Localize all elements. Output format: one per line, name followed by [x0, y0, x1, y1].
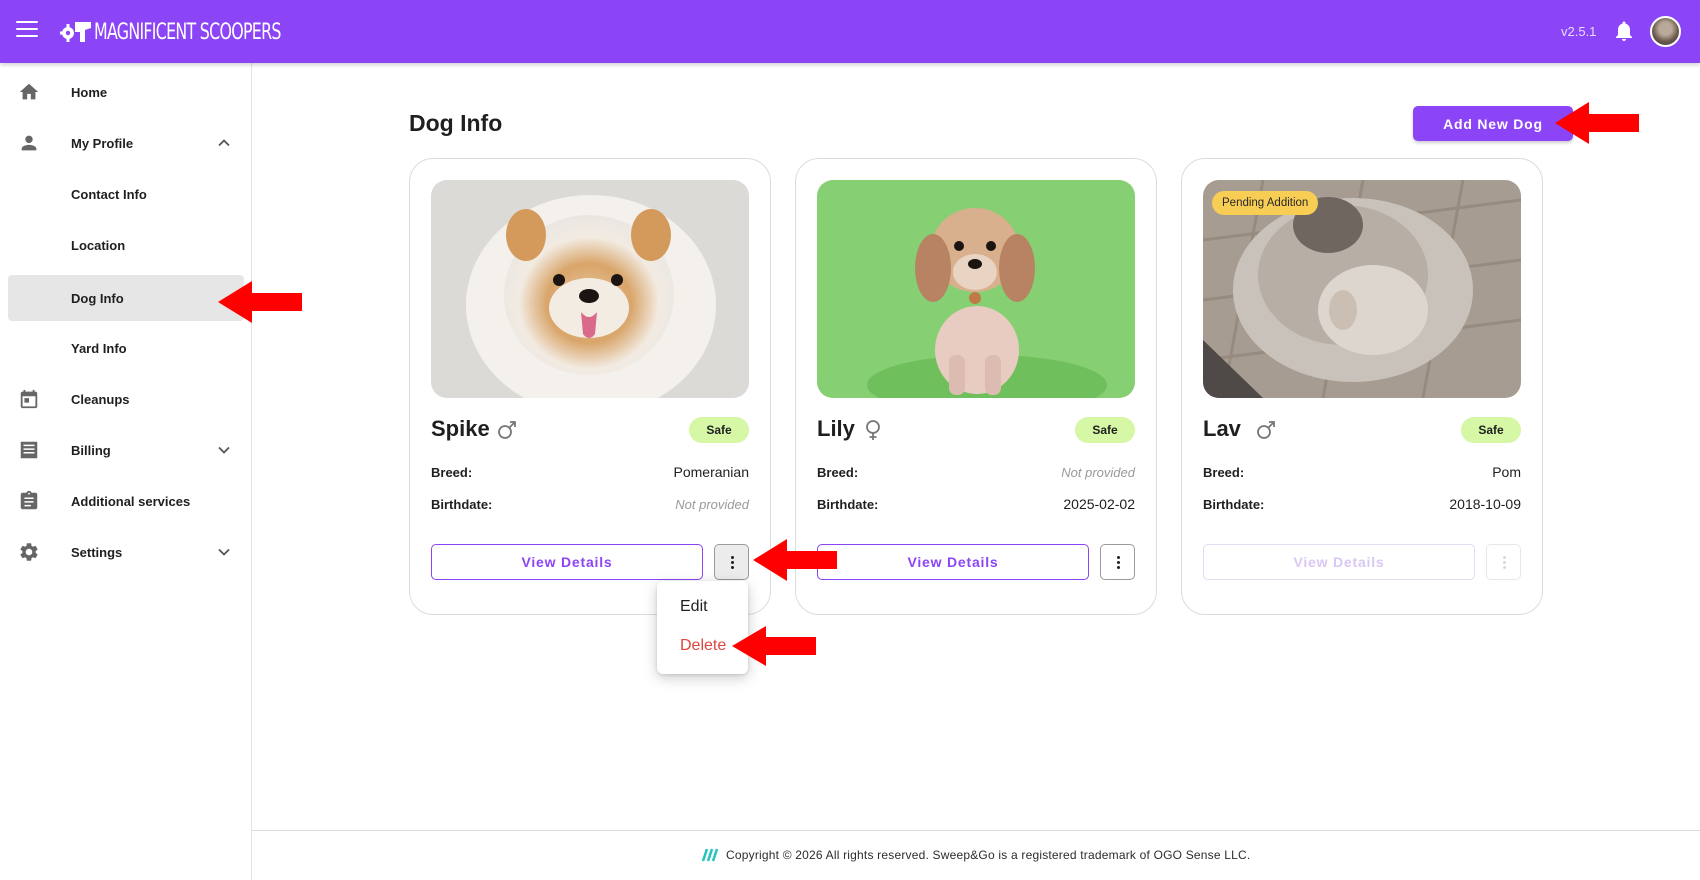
sidebar-item-label: Settings: [71, 544, 123, 560]
kebab-dot: [1503, 556, 1506, 559]
sidebar-item-label: My Profile: [71, 135, 134, 151]
sidebar-item-cleanups[interactable]: Cleanups: [8, 376, 244, 422]
sidebar-item-label: Additional services: [71, 493, 191, 509]
more-options-button-disabled: [1486, 544, 1521, 580]
sidebar-item-label: Contact Info: [71, 186, 147, 202]
copyright-text: Copyright © 2026 All rights reserved. Sw…: [726, 848, 1251, 862]
male-symbol-icon: [1257, 421, 1275, 439]
calendar-icon: [20, 389, 38, 409]
brand-logo[interactable]: MAGNIFICENT SCOOPERS: [60, 17, 353, 47]
view-details-button[interactable]: View Details: [431, 544, 703, 580]
sidebar-item-additional-services[interactable]: Additional services: [8, 478, 244, 524]
receipt-icon: [20, 441, 38, 459]
gear-icon: [20, 543, 38, 561]
birthdate-value: 2025-02-02: [1063, 496, 1135, 512]
annotation-arrow-left-icon: [732, 626, 816, 666]
birthdate-label: Birthdate:: [431, 497, 493, 512]
chevron-up-icon: [218, 139, 230, 147]
view-details-button-disabled: View Details: [1203, 544, 1475, 580]
sidebar-item-contact-info[interactable]: Contact Info: [8, 171, 244, 217]
scooper-logo-icon: [60, 22, 91, 42]
dog-name: Spike: [431, 416, 490, 441]
breed-value: Pomeranian: [673, 464, 750, 480]
menu-item-edit[interactable]: Edit: [680, 598, 708, 616]
dog-name: Lav: [1203, 416, 1241, 441]
breed-label: Breed:: [431, 465, 473, 480]
more-options-button[interactable]: [714, 544, 749, 580]
sidebar-item-label: Dog Info: [71, 290, 124, 306]
status-badge: Safe: [689, 417, 749, 443]
birthdate-value: Not provided: [675, 497, 749, 512]
dog-name: Lily: [817, 416, 855, 441]
breed-value: Not provided: [1061, 465, 1135, 480]
kebab-dot: [731, 561, 734, 564]
menu-item-delete[interactable]: Delete: [680, 637, 726, 655]
dog-photo: [431, 180, 749, 398]
clipboard-icon: [20, 490, 38, 510]
breed-value: Pom: [1492, 464, 1521, 480]
sidebar-item-label: Location: [71, 237, 126, 253]
sidebar-item-yard-info[interactable]: Yard Info: [8, 325, 244, 371]
kebab-dot: [1117, 561, 1120, 564]
kebab-dot: [1117, 556, 1120, 559]
sidebar-item-home[interactable]: Home: [8, 69, 244, 115]
status-badge: Safe: [1461, 417, 1521, 443]
home-icon: [19, 83, 39, 100]
male-symbol-icon: [498, 421, 516, 439]
female-symbol-icon: [866, 420, 880, 440]
app-version: v2.5.1: [1561, 24, 1597, 39]
sidebar-item-label: Billing: [71, 442, 111, 458]
notification-bell-icon[interactable]: [1612, 19, 1636, 43]
kebab-dot: [1503, 561, 1506, 564]
dog-card-lily: Lily Safe Breed: Not provided Birthdate:…: [795, 158, 1157, 615]
status-badge: Safe: [1075, 417, 1135, 443]
dog-card-lav: Pending Addition Lav Safe Breed: Pom Bir…: [1181, 158, 1543, 615]
pending-addition-badge: Pending Addition: [1212, 191, 1319, 215]
sidebar-item-label: Home: [71, 84, 108, 100]
birthdate-value: 2018-10-09: [1449, 496, 1521, 512]
dog-card-spike: Spike Safe Breed: Pomeranian Birthdate: …: [409, 158, 771, 615]
person-icon: [21, 135, 37, 151]
sidebar-item-my-profile[interactable]: My Profile: [8, 120, 244, 166]
sidebar-item-dog-info[interactable]: Dog Info: [8, 275, 244, 321]
kebab-dot: [1503, 566, 1506, 569]
footer: Copyright © 2026 All rights reserved. Sw…: [252, 830, 1700, 880]
page-title: Dog Info: [409, 110, 503, 136]
birthdate-label: Birthdate:: [1203, 497, 1265, 512]
sidebar: Home My Profile Contact Info Location Do…: [0, 63, 252, 880]
top-app-bar: MAGNIFICENT SCOOPERS v2.5.1: [0, 0, 1700, 63]
sidebar-item-settings[interactable]: Settings: [8, 529, 244, 575]
add-new-dog-button[interactable]: Add New Dog: [1413, 106, 1573, 141]
breed-label: Breed:: [817, 465, 859, 480]
sidebar-item-location[interactable]: Location: [8, 222, 244, 268]
chevron-down-icon: [218, 548, 230, 556]
chevron-down-icon: [218, 446, 230, 454]
hamburger-menu-icon[interactable]: [16, 21, 38, 41]
annotation-arrow-left-icon: [1555, 102, 1639, 144]
dog-photo: Pending Addition: [1203, 180, 1521, 398]
view-details-button[interactable]: View Details: [817, 544, 1089, 580]
sidebar-item-label: Yard Info: [71, 340, 127, 356]
dog-photo: [817, 180, 1135, 398]
annotation-arrow-left-icon: [753, 539, 837, 581]
birthdate-label: Birthdate:: [817, 497, 879, 512]
sidebar-item-label: Cleanups: [71, 391, 130, 407]
sidebar-item-billing[interactable]: Billing: [8, 427, 244, 473]
kebab-dot: [1117, 566, 1120, 569]
kebab-dot: [731, 556, 734, 559]
more-options-button[interactable]: [1100, 544, 1135, 580]
annotation-arrow-left-icon: [218, 281, 302, 323]
kebab-dot: [731, 566, 734, 569]
sweep-go-logo-icon: [701, 848, 719, 862]
brand-name: MAGNIFICENT SCOOPERS: [94, 19, 281, 45]
user-avatar[interactable]: [1650, 16, 1681, 47]
breed-label: Breed:: [1203, 465, 1245, 480]
